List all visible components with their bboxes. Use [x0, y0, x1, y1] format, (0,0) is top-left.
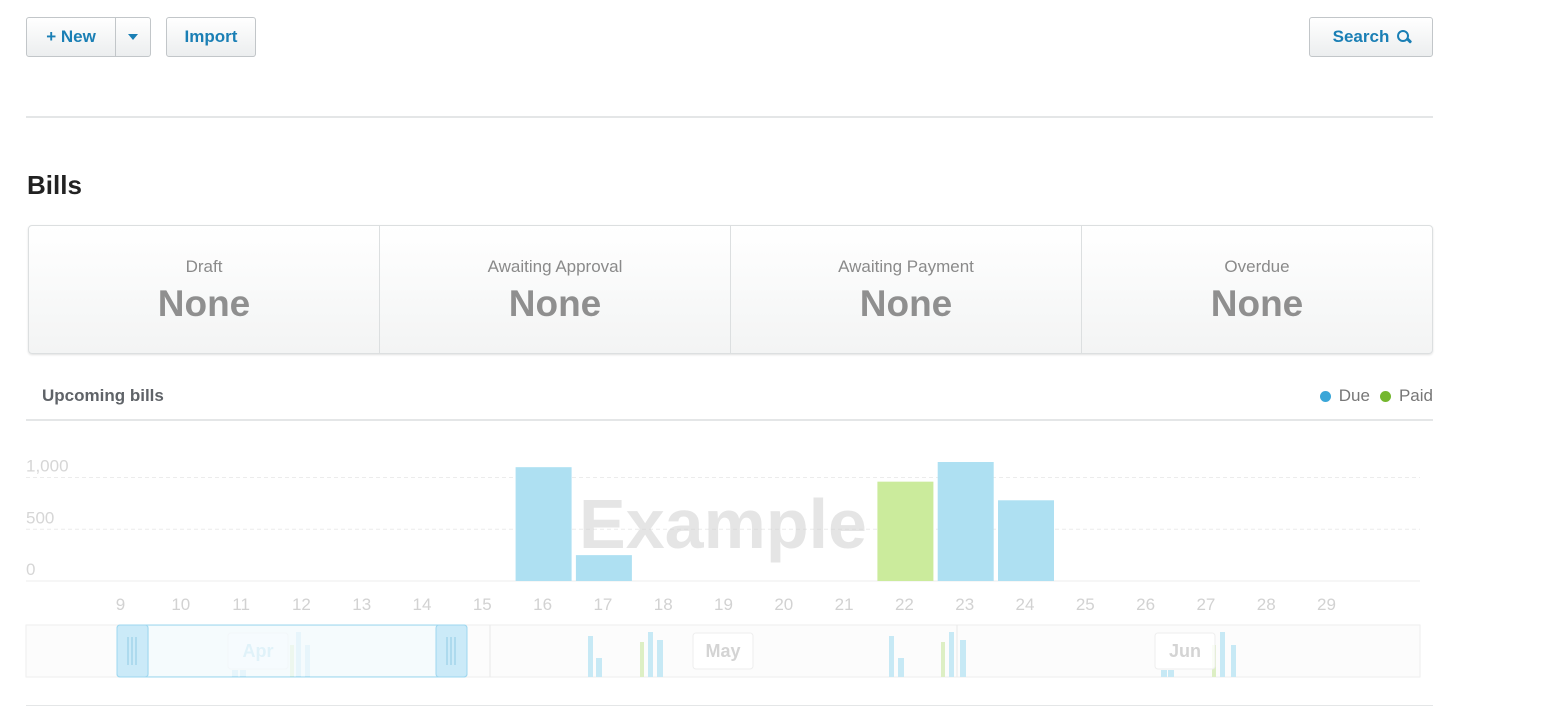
navigator-right-handle[interactable]	[435, 624, 468, 678]
summary-value: None	[508, 283, 602, 324]
y-tick-label: 500	[26, 508, 54, 527]
navigator-left-handle[interactable]	[116, 624, 149, 678]
x-tick-label: 14	[413, 595, 432, 614]
page-title: Bills	[27, 170, 82, 200]
search-icon	[1397, 30, 1410, 44]
x-tick-label: 13	[352, 595, 371, 614]
y-tick-label: 0	[26, 560, 35, 579]
navigator-mini-bar	[588, 636, 593, 677]
navigator-month-may: May	[692, 632, 754, 670]
x-tick-label: 11	[232, 595, 250, 614]
x-tick-label: 28	[1257, 595, 1276, 614]
navigator-mini-bar	[889, 636, 894, 677]
x-tick-label: 15	[473, 595, 492, 614]
summary-overdue[interactable]: Overdue None	[1082, 226, 1432, 353]
search-button[interactable]: Search	[1309, 17, 1433, 57]
x-tick-label: 26	[1136, 595, 1155, 614]
summary-label: Awaiting Payment	[838, 257, 974, 276]
x-tick-label: 23	[955, 595, 974, 614]
x-tick-label: 29	[1317, 595, 1336, 614]
bar-due-23[interactable]	[937, 462, 994, 581]
summary-value: None	[859, 283, 953, 324]
summary-value: None	[157, 283, 251, 324]
chart-watermark: Example	[579, 485, 867, 563]
x-tick-label: 27	[1196, 595, 1215, 614]
upcoming-bills-title: Upcoming bills	[42, 386, 164, 405]
x-tick-label: 9	[116, 595, 125, 614]
legend-label: Due	[1338, 386, 1370, 405]
x-tick-label: 17	[593, 595, 612, 614]
bar-due-24[interactable]	[998, 500, 1054, 581]
navigator-mini-bar	[941, 642, 945, 677]
chevron-down-icon	[128, 34, 138, 40]
navigator-mini-bar	[1220, 632, 1225, 677]
navigator-mini-bar	[949, 632, 954, 677]
x-tick-label: 18	[654, 595, 673, 614]
x-tick-label: 10	[171, 595, 190, 614]
summary-label: Overdue	[1224, 257, 1290, 276]
summary-awaiting-payment[interactable]: Awaiting Payment None	[731, 226, 1082, 353]
x-tick-label: 20	[774, 595, 793, 614]
chart-legend: Due Paid	[1310, 386, 1433, 406]
navigator-mini-bar	[898, 658, 904, 677]
summary-value: None	[1210, 283, 1304, 324]
navigator-mini-bar	[1231, 645, 1236, 677]
navigator-mini-bar	[657, 640, 663, 677]
import-button[interactable]: Import	[166, 17, 256, 57]
upcoming-bills-chart: 0 500 1,000 Example 9 10 11 12 13 14 15 16 17 18 19 2…	[25, 457, 1421, 678]
search-button-label: Search	[1332, 27, 1390, 46]
navigator-mini-bar	[960, 640, 966, 677]
navigator-mini-bar	[1161, 670, 1167, 677]
x-tick-label: 22	[895, 595, 914, 614]
summary-draft[interactable]: Draft None	[29, 226, 380, 353]
x-tick-label: 25	[1076, 595, 1095, 614]
bottom-divider	[26, 705, 1433, 706]
legend-paid-swatch	[1379, 390, 1391, 402]
date-range-navigator[interactable]: AprMayJun	[25, 624, 1421, 678]
x-tick-label: 21	[835, 595, 854, 614]
month-label: Jun	[1169, 641, 1201, 661]
month-label: May	[705, 641, 740, 661]
legend-label: Paid	[1398, 386, 1433, 405]
y-tick-label: 1,000	[26, 457, 69, 476]
x-tick-label: 19	[714, 595, 733, 614]
bar-paid-22[interactable]	[877, 481, 934, 581]
navigator-month-jun: Jun	[1154, 632, 1216, 670]
legend-due-swatch	[1319, 390, 1331, 402]
navigator-mini-bar	[596, 658, 602, 677]
navigator-mini-bar	[640, 642, 644, 677]
summary-label: Awaiting Approval	[487, 257, 623, 276]
legend-item-paid[interactable]: Paid	[1379, 386, 1433, 406]
navigator-mini-bar	[1168, 670, 1174, 677]
x-tick-label: 16	[533, 595, 552, 614]
bar-due-16[interactable]	[515, 467, 572, 581]
summary-label: Draft	[185, 257, 223, 276]
summary-awaiting-approval[interactable]: Awaiting Approval None	[380, 226, 731, 353]
legend-item-due[interactable]: Due	[1319, 386, 1370, 406]
navigator-selection-inner	[149, 626, 436, 676]
new-button-group: + New	[26, 17, 151, 59]
x-tick-label: 12	[292, 595, 311, 614]
x-tick-label: 24	[1016, 595, 1035, 614]
navigator-mini-bar	[648, 632, 653, 677]
header-divider	[26, 116, 1433, 118]
bills-summary: Draft None Awaiting Approval None Awaiti…	[28, 225, 1433, 354]
new-button[interactable]: + New	[26, 17, 116, 57]
new-dropdown-button[interactable]	[115, 17, 151, 57]
